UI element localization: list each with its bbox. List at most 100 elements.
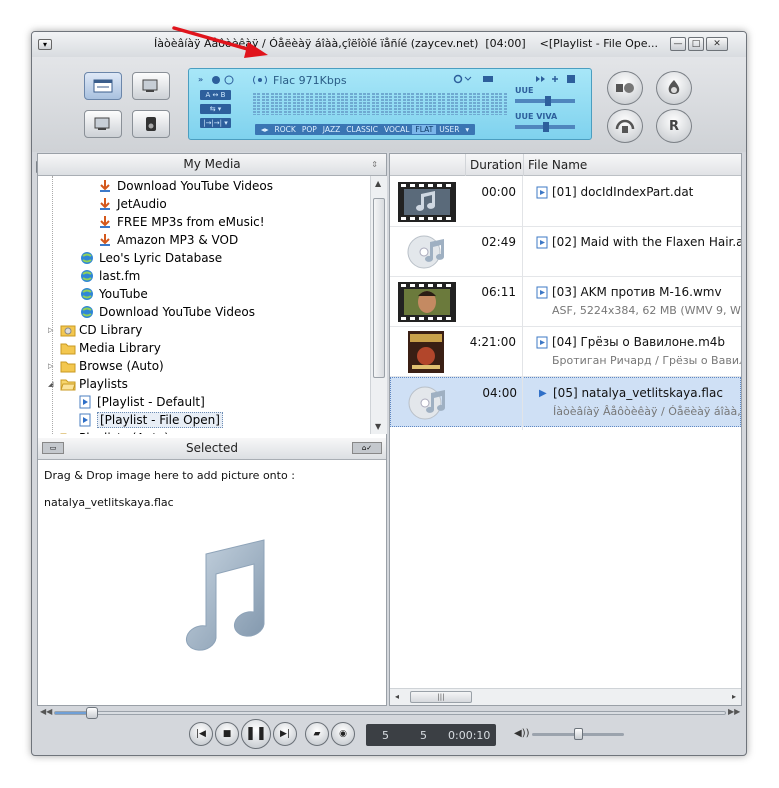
eq-band[interactable] (292, 93, 296, 115)
tree-item[interactable]: [Playlist - File Open] (78, 411, 223, 429)
tree-item[interactable]: Playlists (Auto) (60, 429, 169, 434)
tree-item[interactable]: FREE MP3s from eMusic! (98, 213, 265, 231)
title-bar[interactable]: ▾ Íàòèâíàÿ Âåôòèêàÿ / Óåëèàÿ áîàà,çîëîòî… (32, 32, 746, 57)
track-row[interactable]: 4:21:00 [04] Грёзы о Вавилоне.m4b Бротиган… (390, 327, 741, 377)
counter-time[interactable]: 0:00:10 (448, 729, 490, 742)
eq-band[interactable] (376, 93, 380, 115)
eq-band[interactable] (411, 93, 415, 115)
volume-slider[interactable] (532, 728, 624, 740)
eq-band[interactable] (371, 93, 375, 115)
tree-item[interactable]: YouTube (80, 285, 148, 303)
picture-options-button[interactable]: ⌂✓ (352, 442, 382, 454)
scroll-up-icon[interactable]: ▲ (375, 179, 381, 188)
tree-scrollbar[interactable]: ▲ ▼ (370, 176, 387, 434)
seek-forward-icon[interactable]: ▶▶ (728, 707, 740, 716)
eq-band[interactable] (442, 93, 446, 115)
eq-band[interactable] (354, 93, 358, 115)
eq-band[interactable] (468, 93, 472, 115)
close-button[interactable]: ✕ (706, 37, 728, 51)
eq-preset-pop[interactable]: POP (299, 125, 320, 134)
track-row[interactable]: 02:49 [02] Maid with the Flaxen Hair.amr (390, 227, 741, 277)
eq-band[interactable] (437, 93, 441, 115)
tree-item[interactable]: Download YouTube Videos (98, 177, 273, 195)
view-mode-button-list[interactable] (84, 72, 122, 100)
eq-band[interactable] (266, 93, 270, 115)
eq-band[interactable] (275, 93, 278, 115)
eq-band[interactable] (459, 93, 463, 115)
dsp-slider-1[interactable] (515, 96, 575, 106)
eq-band[interactable] (301, 93, 305, 115)
view-mode-button-media[interactable] (132, 72, 170, 100)
eq-preset-user[interactable]: USER (436, 125, 462, 134)
maximize-button[interactable]: □ (688, 37, 704, 51)
eq-preset-rock[interactable]: ROCK (272, 125, 299, 134)
eq-band[interactable] (424, 93, 428, 115)
minimize-button[interactable]: — (670, 37, 686, 51)
tree-item[interactable]: [Playlist - Default] (78, 393, 205, 411)
eq-band[interactable] (503, 93, 507, 115)
eject-button[interactable]: ◉ (331, 722, 355, 746)
eq-band[interactable] (385, 93, 388, 115)
next-button[interactable]: ▶| (273, 722, 297, 746)
eq-band[interactable] (367, 93, 371, 115)
picture-tool-button[interactable]: ▭ (42, 442, 64, 454)
pause-button[interactable]: ❚❚ (241, 719, 271, 749)
seek-bar[interactable] (54, 707, 726, 719)
dsp-slider-2[interactable] (515, 122, 575, 132)
eq-band[interactable] (310, 93, 314, 115)
ab-repeat-button[interactable]: A ↔ B (200, 90, 231, 100)
tree-item[interactable]: Leo's Lyric Database (80, 249, 222, 267)
eq-band[interactable] (323, 93, 327, 115)
tree-item[interactable]: Playlists (60, 375, 128, 393)
eq-band[interactable] (319, 93, 322, 115)
eq-band[interactable] (455, 93, 459, 115)
seek-back-icon[interactable]: ◀◀ (40, 707, 52, 716)
eq-band[interactable] (253, 93, 256, 115)
eq-band[interactable] (332, 93, 336, 115)
eq-band[interactable] (499, 93, 503, 115)
tree-scroll-thumb[interactable] (373, 198, 385, 378)
scroll-right-icon[interactable]: ▸ (732, 692, 736, 701)
eq-preset-vocal[interactable]: VOCAL (381, 125, 412, 134)
lcd-transport-icons[interactable] (534, 74, 584, 84)
eq-band[interactable] (358, 93, 362, 115)
eq-band[interactable] (327, 93, 331, 115)
eq-band[interactable] (407, 93, 410, 115)
audio-cd-button[interactable] (607, 71, 643, 105)
playlist-hscrollbar[interactable]: ◂ ||| ▸ (390, 688, 741, 705)
eq-band[interactable] (363, 93, 366, 115)
eq-band[interactable] (349, 93, 353, 115)
eq-band[interactable] (495, 93, 498, 115)
eq-band[interactable] (336, 93, 340, 115)
tree-item[interactable]: JetAudio (98, 195, 167, 213)
speaker-icon[interactable]: ◀)) (514, 728, 530, 739)
eq-band[interactable] (380, 93, 384, 115)
dsp-slider-1-knob[interactable] (545, 96, 551, 106)
eq-band[interactable] (341, 93, 344, 115)
scroll-down-icon[interactable]: ▼ (375, 422, 381, 431)
eq-band[interactable] (446, 93, 450, 115)
remote-button[interactable]: R (656, 109, 692, 143)
effects-button[interactable] (656, 71, 692, 105)
eq-band[interactable] (420, 93, 424, 115)
eq-band[interactable] (477, 93, 481, 115)
eq-band[interactable] (288, 93, 292, 115)
track-row[interactable]: 00:00 [01] docIdIndexPart.dat (390, 177, 741, 227)
tree-item[interactable]: Download YouTube Videos (80, 303, 255, 321)
eq-band[interactable] (305, 93, 309, 115)
eq-band[interactable] (389, 93, 393, 115)
eq-scroll-left-icon[interactable]: ◂▸ (258, 125, 272, 134)
tree-item[interactable]: Media Library (60, 339, 161, 357)
eq-band[interactable] (473, 93, 476, 115)
eq-preset-classic[interactable]: CLASSIC (343, 125, 381, 134)
repeat-mode-button[interactable]: ⇆ ▾ (200, 104, 231, 114)
my-media-header[interactable]: My Media ⇕ (38, 154, 386, 176)
eq-band[interactable] (393, 93, 397, 115)
dsp-slider-2-knob[interactable] (543, 122, 549, 132)
eq-band[interactable] (464, 93, 468, 115)
previous-button[interactable]: |◀ (189, 722, 213, 746)
volume-knob[interactable] (574, 728, 583, 740)
stop-button[interactable]: ■ (215, 722, 239, 746)
column-filename[interactable]: File Name (524, 154, 741, 176)
eq-band[interactable] (415, 93, 419, 115)
